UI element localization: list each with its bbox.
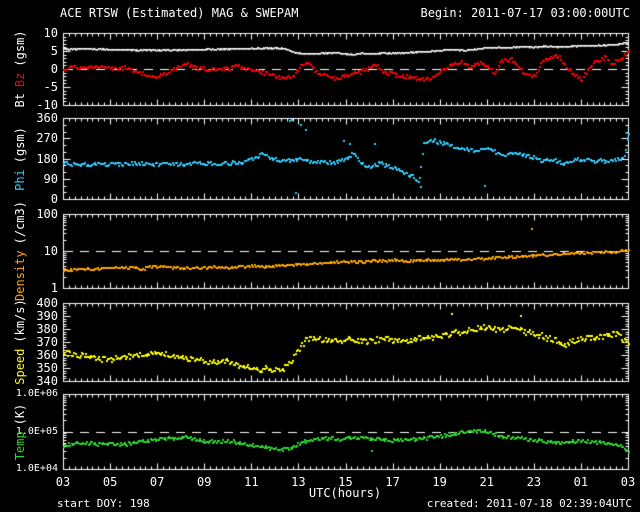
y-tick-label-phi: 90 <box>0 172 58 186</box>
y-tick-label-speed: 360 <box>0 348 58 362</box>
y-axis-label-part: Speed <box>13 349 27 385</box>
y-tick-label-speed: 380 <box>0 322 58 336</box>
x-tick-label: 21 <box>480 475 494 489</box>
y-axis-label-part: Bz <box>13 73 27 87</box>
x-tick-label: 07 <box>150 475 164 489</box>
y-tick-label-speed: 350 <box>0 361 58 375</box>
page-title: ACE RTSW (Estimated) MAG & SWEPAM <box>60 6 298 20</box>
x-tick-label: 15 <box>338 475 352 489</box>
y-tick-label-temp: 1.0E+05 <box>0 426 58 437</box>
y-axis-label-density: Density (/cm3) <box>13 198 27 304</box>
x-tick-label: 05 <box>103 475 117 489</box>
y-axis-label-part: (km/s) <box>13 299 27 342</box>
y-axis-label-part: (gsm) <box>13 127 27 163</box>
y-tick-label-speed: 390 <box>0 309 58 323</box>
y-axis-label-phi: Phi (gsm) <box>13 124 27 194</box>
y-tick-label-phi: 180 <box>0 152 58 166</box>
x-tick-label: 09 <box>197 475 211 489</box>
x-tick-label: 13 <box>291 475 305 489</box>
x-tick-label: 23 <box>527 475 541 489</box>
y-axis-label-speed: Speed (km/s) <box>13 296 27 387</box>
x-tick-label: 03 <box>56 475 70 489</box>
y-tick-label-speed: 370 <box>0 335 58 349</box>
ace-rtsw-plot: ACE RTSW (Estimated) MAG & SWEPAM Begin:… <box>0 0 640 512</box>
y-tick-label-speed: 340 <box>0 374 58 388</box>
y-axis-label-part: (K) <box>13 403 27 425</box>
y-tick-label-density: 10 <box>0 244 58 258</box>
x-tick-label: 03 <box>621 475 635 489</box>
y-tick-label-mag: -5 <box>0 80 58 94</box>
y-tick-label-mag: 5 <box>0 44 58 58</box>
x-tick-label: 11 <box>244 475 258 489</box>
y-axis-label-part: (gsm) <box>13 30 27 66</box>
y-tick-label-mag: -10 <box>0 98 58 112</box>
created-timestamp: created: 2011-07-18 02:39:04UTC <box>427 497 632 510</box>
y-axis-label-part: Density <box>13 250 27 301</box>
y-axis-label-temp: Temp (K) <box>13 400 27 463</box>
start-doy-label: start DOY: 198 <box>57 497 150 510</box>
x-tick-label: 19 <box>432 475 446 489</box>
y-tick-label-phi: 360 <box>0 111 58 125</box>
y-axis-label-part: Bt <box>13 93 27 107</box>
x-tick-label: 01 <box>574 475 588 489</box>
y-tick-label-mag: 0 <box>0 62 58 76</box>
y-tick-label-phi: 0 <box>0 192 58 206</box>
y-axis-label-part: (/cm3) <box>13 201 27 244</box>
y-tick-label-temp: 1.0E+06 <box>0 388 58 399</box>
y-tick-label-mag: 10 <box>0 26 58 40</box>
y-tick-label-density: 100 <box>0 207 58 221</box>
x-tick-label: 17 <box>385 475 399 489</box>
plot-canvas <box>0 0 640 512</box>
y-tick-label-phi: 270 <box>0 131 58 145</box>
y-axis-label-mag: Bt Bz (gsm) <box>13 27 27 110</box>
y-tick-label-density: 1 <box>0 281 58 295</box>
y-tick-label-temp: 1.0E+04 <box>0 463 58 474</box>
y-axis-label-part: Temp <box>13 431 27 460</box>
y-axis-label-part: Phi <box>13 169 27 191</box>
y-tick-label-speed: 400 <box>0 296 58 310</box>
begin-timestamp: Begin: 2011-07-17 03:00:00UTC <box>420 6 630 20</box>
